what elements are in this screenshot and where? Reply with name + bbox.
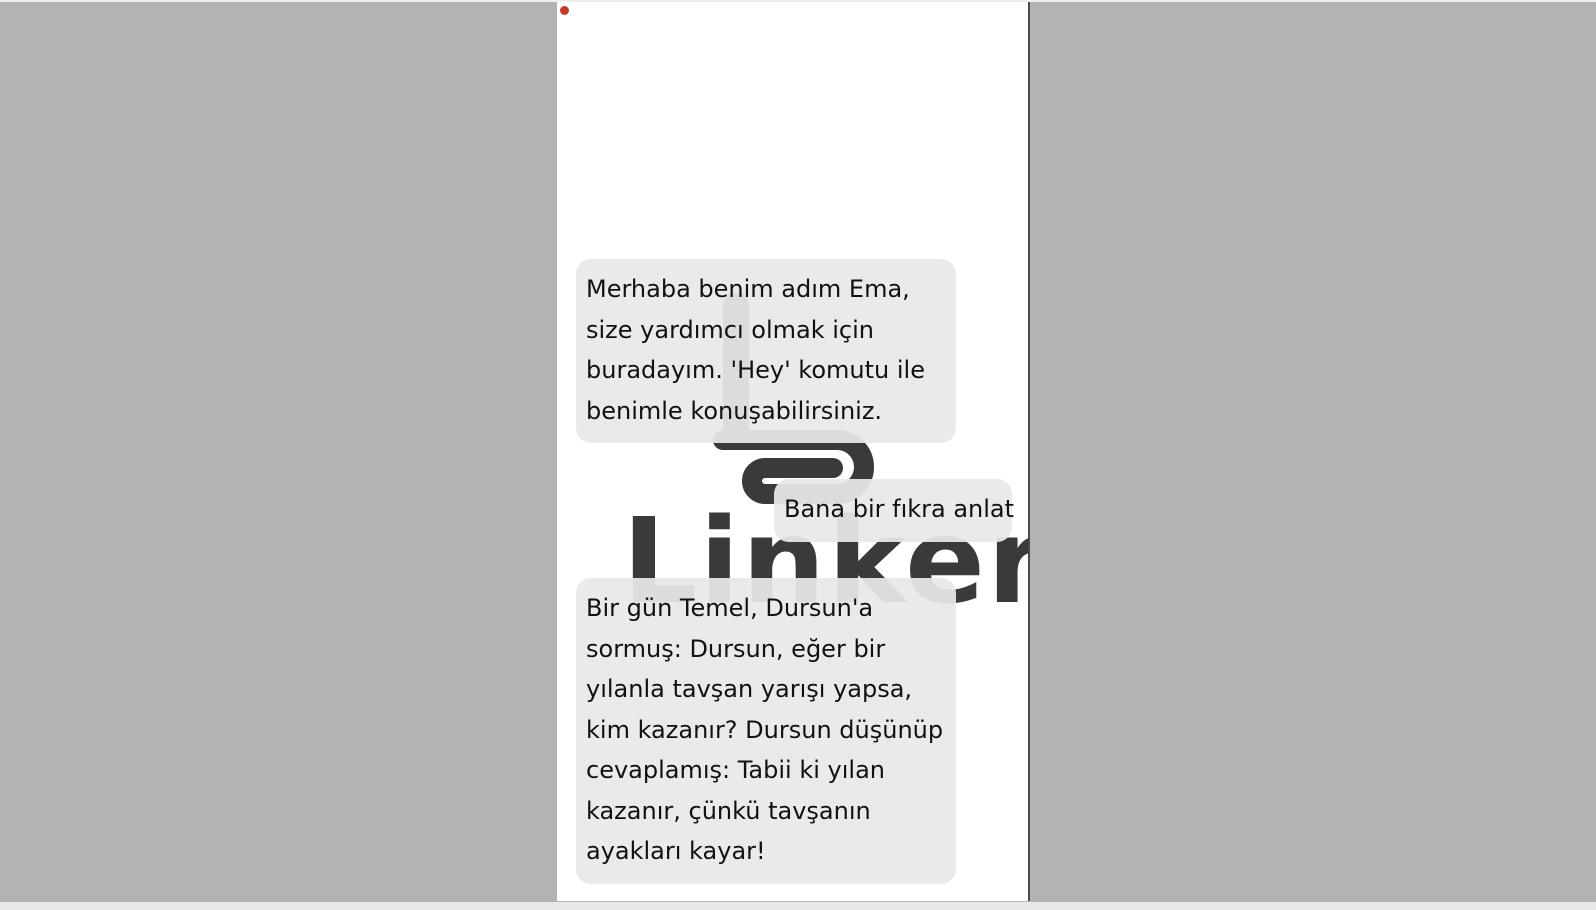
user-message-text: Bana bir fıkra anlat	[784, 495, 1015, 523]
bottom-border	[0, 902, 1596, 910]
bot-message-text: Merhaba benim adım Ema, size yardımcı ol…	[586, 275, 925, 425]
bot-message-bubble: Merhaba benim adım Ema, size yardımcı ol…	[576, 259, 956, 443]
bot-message-bubble: Bir gün Temel, Dursun'a sormuş: Dursun, …	[576, 578, 956, 884]
bot-message-text: Bir gün Temel, Dursun'a sormuş: Dursun, …	[586, 594, 944, 865]
chat-screen: Linker Merhaba benim adım Ema, size yard…	[557, 2, 1030, 901]
user-message-bubble: Bana bir fıkra anlat	[774, 479, 1015, 542]
